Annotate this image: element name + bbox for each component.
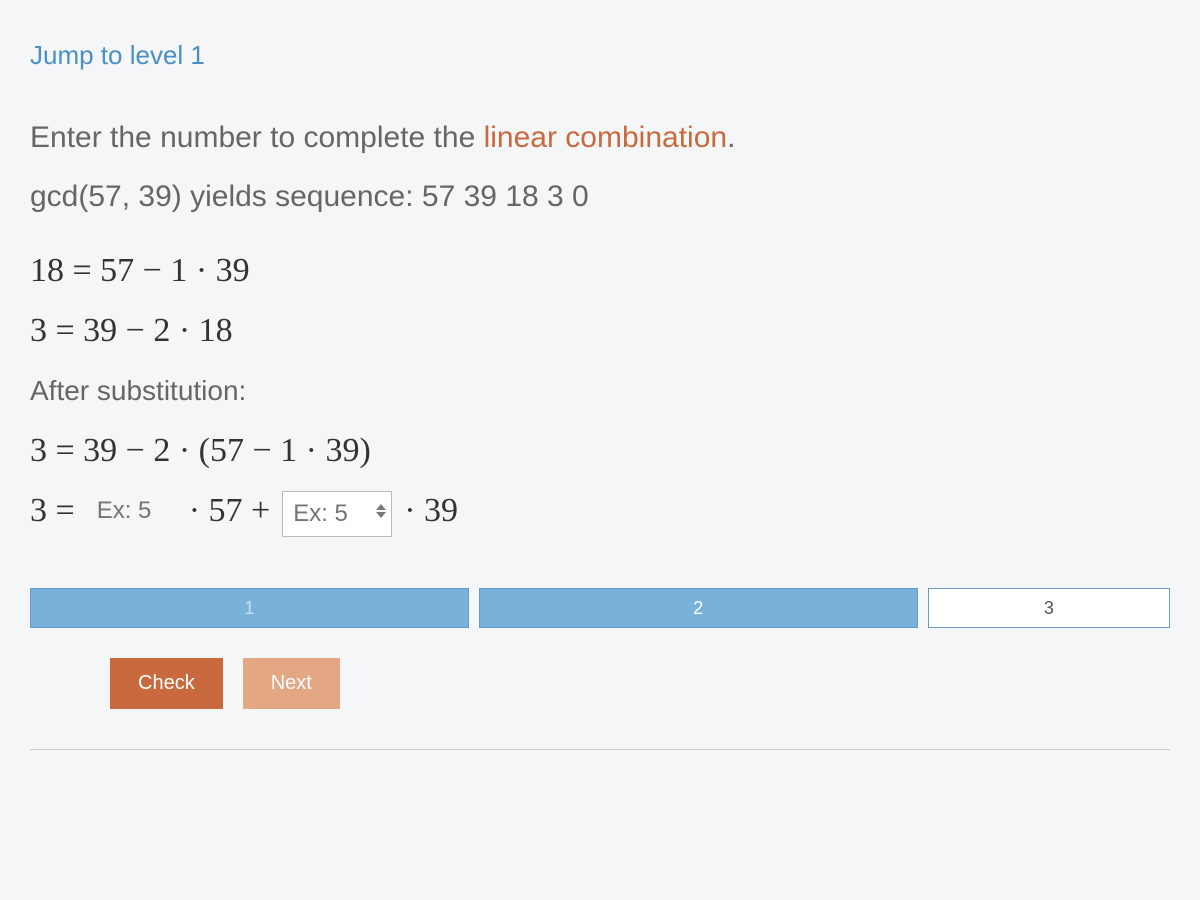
next-button[interactable]: Next: [243, 658, 340, 709]
button-row: Check Next: [30, 658, 1170, 709]
instruction-accent: linear combination: [484, 121, 727, 154]
line4-mid1: · 57 +: [189, 484, 271, 538]
stepper-controls: [376, 504, 386, 518]
progress-bar: 1 2 3: [30, 588, 1170, 628]
progress-segment-1[interactable]: 1: [30, 588, 469, 628]
math-line-1: 18 = 57 − 1 · 39: [30, 244, 1170, 298]
after-substitution-label: After substitution:: [30, 369, 1170, 414]
gcd-sequence-text: gcd(57, 39) yields sequence: 57 39 18 3 …: [30, 180, 1170, 214]
stepper-down-icon[interactable]: [376, 512, 386, 518]
line4-lhs: 3 =: [30, 484, 75, 538]
progress-segment-3[interactable]: 3: [928, 588, 1170, 628]
stepper-up-icon[interactable]: [376, 504, 386, 510]
coefficient-input-1[interactable]: [87, 489, 177, 533]
math-line-3: 3 = 39 − 2 · (57 − 1 · 39): [30, 424, 1170, 478]
instruction-prefix: Enter the number to complete the: [30, 121, 484, 154]
progress-segment-2[interactable]: 2: [479, 588, 918, 628]
instruction-suffix: .: [727, 121, 735, 154]
jump-to-level-link[interactable]: Jump to level 1: [30, 40, 205, 71]
math-line-2: 3 = 39 − 2 · 18: [30, 304, 1170, 358]
divider: [30, 749, 1170, 750]
check-button[interactable]: Check: [110, 658, 223, 709]
math-line-4: 3 = · 57 + · 39: [30, 484, 1170, 538]
math-block: 18 = 57 − 1 · 39 3 = 39 − 2 · 18 After s…: [30, 244, 1170, 538]
line4-mid2: · 39: [404, 484, 458, 538]
instruction-text: Enter the number to complete the linear …: [30, 121, 1170, 155]
